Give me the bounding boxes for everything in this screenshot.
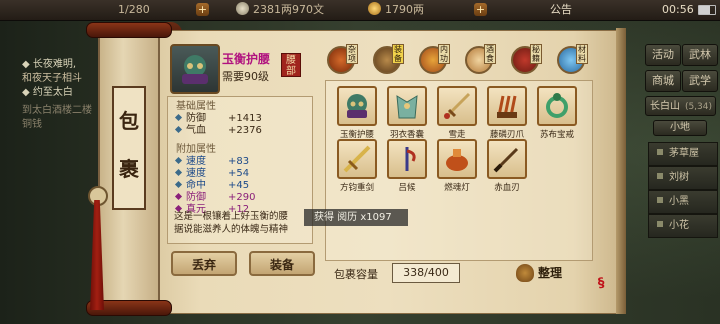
reward-toast: 获得 阅历 x1097 (304, 209, 408, 226)
ring-icon (537, 86, 577, 126)
great-sword-icon (337, 139, 377, 179)
battery-icon (698, 5, 716, 15)
selected-item-icon (170, 44, 220, 94)
stat-row: 速度 +54 (174, 168, 312, 180)
stat-row: 气血 +2376 (174, 125, 312, 137)
tab-materials[interactable]: 材料 (554, 44, 588, 78)
minimap-label[interactable]: 小地 (653, 120, 707, 136)
panel-title: 包裹 (112, 86, 146, 210)
inventory-slot[interactable]: 吕候 (387, 139, 427, 193)
diamond-icon (174, 125, 183, 134)
energy-readout: 1/280 (118, 3, 150, 16)
inventory-slot[interactable]: 方钧重剑 (337, 139, 377, 193)
helmet-icon (337, 86, 377, 126)
diamond-icon (174, 168, 183, 177)
claw-icon (487, 86, 527, 126)
martial-button[interactable]: 武学 (682, 70, 718, 92)
robe-icon (387, 86, 427, 126)
inventory-slot[interactable]: 羽衣香囊 (387, 86, 427, 140)
npc-list-item[interactable]: 小花 (648, 214, 718, 238)
tab-misc[interactable]: 杂项 (324, 44, 358, 78)
bullet-icon (657, 149, 663, 155)
tab-food[interactable]: 酒食 (462, 44, 496, 78)
shop-button[interactable]: 商城 (645, 70, 681, 92)
capacity-label: 包裹容量 (334, 268, 378, 281)
diamond-icon (174, 156, 183, 165)
location-label: 长白山 (5,34) (645, 96, 716, 116)
npc-list-item[interactable]: 茅草屋 (648, 142, 718, 166)
inventory-slot[interactable]: 雪走 (437, 86, 477, 140)
discard-button[interactable]: 丢弃 (171, 251, 237, 276)
sword-icon (437, 86, 477, 126)
bullet-icon (657, 173, 663, 179)
bullet-icon (657, 197, 663, 203)
rank-button[interactable]: 武林 (682, 44, 718, 66)
stat-row: 防御 +290 (174, 192, 312, 204)
add-gold-button[interactable]: + (474, 3, 487, 16)
bag-icon (516, 264, 534, 282)
npc-list-item[interactable]: 小黑 (648, 190, 718, 214)
inventory-slot[interactable]: 赤血刃 (487, 139, 527, 193)
red-seal-logo: § (596, 275, 606, 292)
npc-list-item[interactable]: 刘树 (648, 166, 718, 190)
lamp-icon (437, 139, 477, 179)
diamond-icon (174, 180, 183, 189)
diamond-icon (174, 113, 183, 122)
scroll-rod-top-cap (86, 22, 172, 38)
tab-secret-book[interactable]: 秘籍 (508, 44, 542, 78)
item-name: 玉衡护腰 (222, 52, 271, 66)
silver-readout: 2381两970文 (236, 2, 324, 17)
clock-readout: 00:56 (662, 3, 694, 16)
silver-coin-icon (236, 2, 249, 15)
tab-equipment[interactable]: 装备 (370, 44, 404, 78)
gold-readout: 1790两 (368, 2, 424, 17)
capacity-value: 338/400 (392, 263, 460, 283)
base-stats-heading: 基础属性 (176, 101, 216, 112)
tab-inner[interactable]: 内功 (416, 44, 450, 78)
equip-button[interactable]: 装备 (249, 251, 315, 276)
item-description: 这是一根镶着上好玉衡的腰 据说能滋养人的体魄与精神 (174, 211, 289, 235)
stat-row: 速度 +83 (174, 156, 312, 168)
scroll-edge (616, 28, 626, 314)
sort-button[interactable]: 整理 (514, 262, 588, 284)
stat-row: 命中 +45 (174, 180, 312, 192)
inventory-slot[interactable]: 玉衡护腰 (337, 86, 377, 140)
item-level-requirement: 需要90级 (222, 70, 269, 83)
game-scene: 1/280 + 2381两970文 1790两 + 公告 00:56 ◆ 长夜难… (0, 0, 720, 324)
item-slot-badge: 腰部 (281, 53, 301, 77)
inventory-slot[interactable]: 苏布宝戒 (537, 86, 577, 140)
inventory-slot[interactable]: 燃魂灯 (437, 139, 477, 193)
announcement-button[interactable]: 公告 (550, 2, 572, 17)
activity-button[interactable]: 活动 (645, 44, 681, 66)
top-resource-bar: 1/280 + 2381两970文 1790两 + 公告 00:56 (0, 0, 720, 21)
hook-icon (387, 139, 427, 179)
gold-ingot-icon (368, 2, 381, 15)
bullet-icon (657, 221, 663, 227)
extra-stats-heading: 附加属性 (176, 144, 216, 155)
diamond-icon (174, 192, 183, 201)
inventory-slot[interactable]: 藤磷刃爪 (487, 86, 527, 140)
stat-row: 防御 +1413 (174, 113, 312, 125)
blade-icon (487, 139, 527, 179)
add-energy-button[interactable]: + (196, 3, 209, 16)
